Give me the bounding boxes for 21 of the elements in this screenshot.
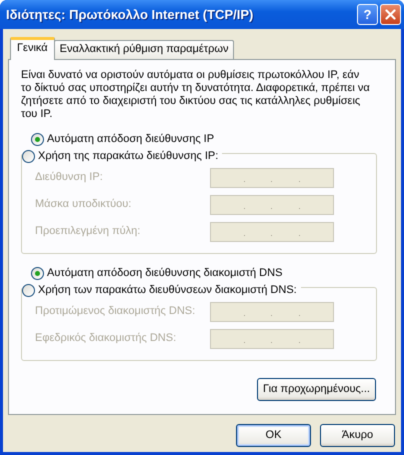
close-button[interactable]	[380, 4, 401, 25]
radio-label[interactable]: Αυτόματη απόδοση διεύθυνσης διακομιστή DNS	[47, 267, 282, 280]
cancel-button[interactable]: Άκυρο	[320, 424, 395, 447]
radio-button[interactable]	[31, 133, 44, 146]
radio-button[interactable]	[31, 267, 44, 280]
radio-button[interactable]	[22, 150, 35, 163]
field-label: Διεύθυνση IP:	[35, 171, 104, 184]
ok-button[interactable]: OK	[236, 424, 311, 447]
window-title: Ιδιότητες: Πρωτόκολλο Internet (TCP/IP)	[6, 8, 254, 21]
field-label: Εφεδρικός διακομιστής DNS:	[35, 332, 178, 345]
field-label: Μάσκα υποδικτύου:	[35, 198, 132, 211]
help-button[interactable]: ?	[357, 4, 378, 25]
field-label: Προτιμώμενος διακομιστής DNS:	[35, 305, 196, 318]
tab[interactable]: Γενικά	[10, 37, 55, 60]
radio-button[interactable]	[22, 284, 35, 297]
advanced-button[interactable]: Για προχωρημένους...	[257, 378, 376, 401]
radio-label[interactable]: Αυτόματη απόδοση διεύθυνσης IP	[47, 133, 214, 146]
description-text: Είναι δυνατό να οριστούν αυτόματα οι ρυθμίσεις πρωτοκόλλου IP, εάν το δίκτυό σας υποστηρίζει αυτήν τη δυνατότητα. Διαφορετικά, πρέπει να ζητήσετε από το διαχειριστή του δικτύου σας τις κατάλληλες ρυθμίσεις του IP.	[21, 69, 371, 121]
tab[interactable]: Εναλλακτική ρύθμιση παραμέτρων	[54, 40, 234, 59]
close-icon	[385, 9, 396, 20]
field-label: Προεπιλεγμένη πύλη:	[35, 225, 142, 238]
